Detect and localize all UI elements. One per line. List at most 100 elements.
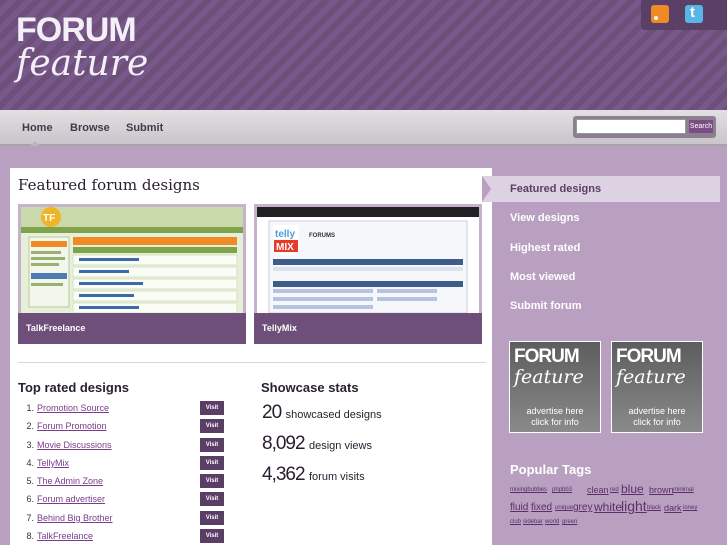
visit-button[interactable]: Visit bbox=[200, 455, 224, 470]
nav-browse[interactable]: Browse bbox=[70, 122, 110, 134]
sidebar-item-most-viewed[interactable]: Most viewed bbox=[510, 271, 575, 283]
search-box: Search bbox=[573, 116, 716, 138]
tag-link[interactable]: light bbox=[621, 498, 647, 514]
rank-number: 8. bbox=[26, 531, 34, 542]
forum-link[interactable]: The Admin Zone bbox=[37, 476, 103, 486]
twitter-icon[interactable] bbox=[685, 4, 703, 23]
list-item: 6. Forum advertiser Visit bbox=[20, 491, 225, 509]
tellymix-forums-label: FORUMS bbox=[309, 233, 335, 239]
divider bbox=[18, 362, 486, 363]
ad-line-1: advertise here bbox=[628, 406, 686, 416]
tellymix-logo-bottom: MIX bbox=[276, 242, 294, 253]
tag-link[interactable]: green bbox=[562, 519, 577, 525]
rss-icon[interactable] bbox=[651, 5, 669, 23]
stat-label: showcased designs bbox=[285, 409, 382, 421]
rank-number: 1. bbox=[26, 403, 34, 413]
featured-card-tellymix[interactable]: telly MIX FORUMS TellyMix bbox=[254, 204, 482, 344]
visit-button[interactable]: Visit bbox=[200, 510, 224, 525]
tag-link[interactable]: dark bbox=[664, 503, 682, 513]
social-links bbox=[641, 0, 727, 30]
tag-link[interactable]: world bbox=[545, 519, 559, 525]
list-item: 1. Promotion Source Visit bbox=[20, 400, 225, 418]
list-item: 7. Behind Big Brother Visit bbox=[20, 510, 225, 528]
forum-link[interactable]: Promotion Source bbox=[37, 403, 109, 413]
rank-number: 5. bbox=[26, 476, 34, 487]
ad-line-2: click for info bbox=[633, 417, 681, 427]
visit-button[interactable]: Visit bbox=[200, 419, 224, 434]
stat-row: 20 showcased designs bbox=[262, 402, 382, 424]
sidebar-item-view-designs[interactable]: View designs bbox=[510, 212, 580, 224]
forum-link[interactable]: TellyMix bbox=[37, 458, 69, 468]
stat-row: 4,362 forum visits bbox=[262, 464, 365, 486]
forum-link[interactable]: Forum Promotion bbox=[37, 421, 107, 431]
tag-link[interactable]: black bbox=[647, 505, 661, 511]
search-input[interactable] bbox=[576, 119, 686, 134]
forum-link[interactable]: TalkFreelance bbox=[37, 531, 93, 541]
visit-button[interactable]: Visit bbox=[200, 474, 224, 489]
ad-forum-text: FORUM bbox=[616, 346, 682, 367]
tag-link[interactable]: unique bbox=[555, 505, 573, 511]
tag-link[interactable]: clean bbox=[587, 485, 609, 495]
tag-link[interactable]: club bbox=[510, 519, 521, 525]
tag-link[interactable]: blue bbox=[621, 482, 644, 496]
nav-active-pointer bbox=[30, 141, 40, 146]
top-rated-list: 1. Promotion Source Visit 2. Forum Promo… bbox=[20, 400, 225, 545]
rank-number: 2. bbox=[26, 421, 34, 432]
stat-number: 4,362 bbox=[262, 464, 306, 485]
list-item: 8. TalkFreelance Visit bbox=[20, 528, 225, 545]
sidebar-active-arrow bbox=[482, 176, 491, 202]
forum-link[interactable]: Forum advertiser bbox=[37, 494, 105, 504]
tag-link[interactable]: sidebar bbox=[523, 519, 543, 525]
tellymix-logo-top: telly bbox=[275, 229, 295, 240]
advertise-banner[interactable]: FORUM feature advertise here click for i… bbox=[509, 341, 601, 433]
tag-link[interactable]: grey bbox=[573, 502, 592, 513]
rank-number: 3. bbox=[26, 439, 34, 450]
list-item: 2. Forum Promotion Visit bbox=[20, 418, 225, 436]
visit-button[interactable]: Visit bbox=[200, 492, 224, 507]
visit-button[interactable]: Visit bbox=[200, 529, 224, 544]
list-item: 5. The Admin Zone Visit bbox=[20, 473, 225, 491]
ad-line-1: advertise here bbox=[526, 406, 584, 416]
stat-label: design views bbox=[309, 440, 372, 452]
ad-forum-text: FORUM bbox=[514, 346, 580, 367]
main-content: Featured forum designs TF TalkFreelance … bbox=[10, 168, 492, 545]
advertise-banner[interactable]: FORUM feature advertise here click for i… bbox=[611, 341, 703, 433]
visit-button[interactable]: Visit bbox=[200, 401, 224, 415]
visit-button[interactable]: Visit bbox=[200, 437, 224, 452]
site-logo[interactable]: FORUM feature bbox=[16, 10, 156, 90]
top-rated-title: Top rated designs bbox=[18, 380, 129, 395]
nav-home[interactable]: Home bbox=[22, 122, 53, 134]
rank-number: 4. bbox=[26, 457, 34, 468]
featured-title: Featured forum designs bbox=[18, 176, 200, 194]
tag-link[interactable]: fluid bbox=[510, 502, 528, 513]
ad-line-2: click for info bbox=[531, 417, 579, 427]
tag-link[interactable]: mixingbubbes bbox=[510, 487, 547, 493]
tag-link[interactable]: ioney bbox=[683, 505, 697, 511]
list-item: 4. TellyMix Visit bbox=[20, 455, 225, 473]
forum-link[interactable]: Behind Big Brother bbox=[37, 513, 113, 523]
stat-label: forum visits bbox=[309, 471, 365, 483]
stat-row: 8,092 design views bbox=[262, 433, 372, 455]
card-label: TalkFreelance bbox=[18, 313, 246, 344]
rank-number: 6. bbox=[26, 494, 34, 505]
ad-feature-text: feature bbox=[514, 366, 584, 388]
sidebar-item-highest-rated[interactable]: Highest rated bbox=[510, 242, 580, 254]
header: FORUM feature bbox=[0, 0, 727, 110]
ad-feature-text: feature bbox=[616, 366, 686, 388]
sidebar: Featured designs View designs Highest ra… bbox=[482, 168, 720, 545]
tag-link[interactable]: red bbox=[610, 487, 619, 493]
tag-link[interactable]: brown bbox=[649, 485, 674, 495]
nav-submit[interactable]: Submit bbox=[126, 122, 163, 134]
tag-link[interactable]: white bbox=[594, 500, 622, 514]
list-item: 3. Movie Discussions Visit bbox=[20, 437, 225, 455]
tag-link[interactable]: minimal bbox=[673, 487, 694, 493]
card-label: TellyMix bbox=[254, 313, 482, 344]
sidebar-item-submit-forum[interactable]: Submit forum bbox=[510, 300, 582, 312]
stat-number: 20 bbox=[262, 402, 282, 423]
forum-link[interactable]: Movie Discussions bbox=[37, 440, 112, 450]
featured-card-talkfreelance[interactable]: TF TalkFreelance bbox=[18, 204, 246, 344]
tag-link[interactable]: phpbb3 bbox=[552, 487, 572, 493]
sidebar-item-featured-designs[interactable]: Featured designs bbox=[510, 183, 601, 195]
tag-link[interactable]: fixed bbox=[531, 502, 552, 513]
search-button[interactable]: Search bbox=[689, 120, 713, 133]
